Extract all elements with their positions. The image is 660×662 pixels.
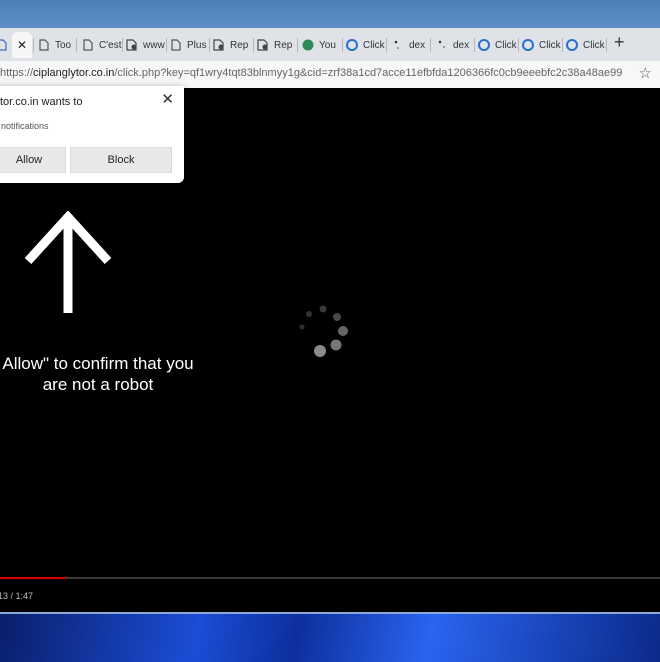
tab-label: dex [453, 39, 470, 51]
tab-label: You [319, 39, 336, 51]
tab-label: Rep [274, 39, 293, 51]
tab-active[interactable]: ✕ [12, 32, 32, 58]
tab-label: Plus [187, 39, 207, 51]
edge-icon [522, 39, 534, 51]
broken-doc-icon [126, 39, 138, 51]
edge-icon [478, 39, 490, 51]
green-circle-icon [302, 39, 314, 51]
tab-label: dex [409, 39, 426, 51]
tab[interactable] [0, 32, 10, 58]
broken-doc-icon [0, 39, 8, 51]
notification-permission-popup: lytor.co.in wants to w notifications ✕ A… [0, 86, 184, 183]
progress-fill [0, 577, 66, 579]
tab-label: Click [495, 39, 517, 51]
tab[interactable]: Rep [213, 32, 253, 58]
window-title-bar [0, 0, 660, 28]
page-message: Allow" to confirm that you are not a rob… [0, 353, 218, 395]
tab[interactable]: dex [392, 32, 430, 58]
popup-permission-text: w notifications [0, 121, 49, 131]
tab[interactable]: www [126, 32, 166, 58]
url-text[interactable]: https://ciplanglytor.co.in/click.php?key… [0, 67, 622, 79]
address-bar[interactable]: https://ciplanglytor.co.in/click.php?key… [0, 61, 660, 89]
tab-label: Click [363, 39, 385, 51]
message-line-1: Allow" to confirm that you [2, 354, 194, 373]
tab[interactable]: Click [522, 32, 562, 58]
tab-label: Click [583, 39, 605, 51]
tab[interactable]: Click [346, 32, 386, 58]
loading-icon [436, 39, 448, 51]
tab[interactable]: dex [436, 32, 474, 58]
edge-icon [346, 39, 358, 51]
close-icon[interactable]: ✕ [161, 90, 174, 108]
loading-icon [392, 39, 404, 51]
doc-icon [170, 39, 182, 51]
video-progress-bar[interactable] [0, 577, 660, 579]
broken-doc-icon [257, 39, 269, 51]
new-tab-button[interactable]: + [614, 32, 625, 53]
message-line-2: are not a robot [42, 375, 154, 394]
tab-label: Click [539, 39, 561, 51]
tab-label: www [143, 39, 165, 51]
desktop-wallpaper [0, 612, 660, 662]
star-outline-icon[interactable]: ☆ [639, 64, 652, 82]
tab[interactable]: Click [478, 32, 518, 58]
broken-doc-icon [213, 39, 225, 51]
tab[interactable]: Click [566, 32, 606, 58]
close-icon[interactable]: ✕ [17, 38, 27, 52]
tab[interactable]: C'est [82, 32, 122, 58]
video-time: 13 / 1:47 [0, 591, 34, 601]
block-button[interactable]: Block [70, 147, 172, 173]
tab-strip: ✕ Too C'est www Plus Rep Rep You Click d… [0, 28, 660, 61]
doc-icon [38, 39, 50, 51]
arrow-up-icon [24, 211, 112, 313]
tab[interactable]: Too [38, 32, 72, 58]
tab-label: Rep [230, 39, 249, 51]
tab[interactable]: You [302, 32, 342, 58]
tab-label: Too [55, 39, 72, 51]
doc-icon [82, 39, 94, 51]
tab[interactable]: Plus [170, 32, 208, 58]
popup-title: lytor.co.in wants to [0, 96, 83, 108]
tab[interactable]: Rep [257, 32, 297, 58]
loading-spinner-icon [299, 305, 348, 357]
allow-button[interactable]: Allow [0, 147, 66, 173]
tab-label: C'est [99, 39, 122, 51]
edge-icon [566, 39, 578, 51]
